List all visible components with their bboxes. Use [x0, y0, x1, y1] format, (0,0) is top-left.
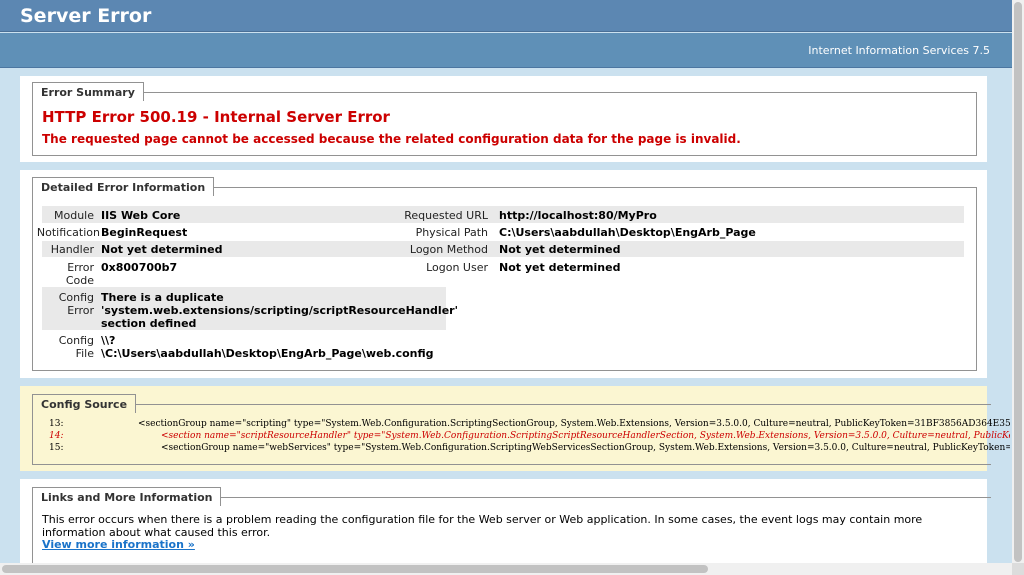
requested-url-label: Requested URL — [404, 209, 488, 222]
page-title: Server Error — [20, 5, 152, 27]
config-error-value-2: 'system.web.extensions/scripting/scriptR… — [101, 304, 458, 317]
source-line-number: 14: — [49, 431, 64, 441]
page-header: Server Error — [0, 0, 1012, 32]
source-line-number: 15: — [49, 443, 64, 453]
module-label: Module — [54, 209, 94, 222]
horizontal-scroll-thumb[interactable] — [2, 565, 708, 573]
requested-url-value: http://localhost:80/MyPro — [499, 209, 657, 222]
config-error-label-2: Error — [67, 304, 94, 317]
source-line-15: 15: <sectionGroup name="webServices" typ… — [49, 443, 1010, 453]
source-line-13: 13: <sectionGroup name="scripting" type=… — [49, 419, 1010, 429]
detailed-error-section: Detailed Error Information Module IIS We… — [20, 170, 987, 378]
notification-label: Notification — [36, 226, 100, 239]
notification-value: BeginRequest — [101, 226, 188, 239]
error-message: The requested page cannot be accessed be… — [42, 132, 741, 146]
detailed-error-legend: Detailed Error Information — [32, 177, 215, 196]
config-error-label-1: Config — [58, 291, 94, 304]
config-file-value-1: \\? — [101, 334, 116, 347]
logon-user-value: Not yet determined — [499, 261, 621, 274]
vertical-scroll-thumb[interactable] — [1014, 2, 1022, 562]
config-file-label-1: Config — [58, 334, 94, 347]
error-summary-section: Error Summary HTTP Error 500.19 - Intern… — [20, 76, 987, 162]
error-code-label-1: Error — [67, 261, 94, 274]
logon-method-label: Logon Method — [409, 243, 488, 256]
handler-value: Not yet determined — [101, 243, 223, 256]
source-line-code: <sectionGroup name="webServices" type="S… — [161, 443, 1010, 453]
source-line-14: 14: <section name="scriptResourceHandler… — [49, 431, 1010, 441]
product-name: Internet Information Services 7.5 — [808, 44, 990, 57]
config-source-legend: Config Source — [32, 394, 137, 413]
links-description: This error occurs when there is a proble… — [42, 513, 923, 539]
config-error-value-3: section defined — [101, 317, 197, 330]
error-heading: HTTP Error 500.19 - Internal Server Erro… — [42, 108, 390, 126]
module-value: IIS Web Core — [101, 209, 181, 222]
config-source-section: Config Source 13: <sectionGroup name="sc… — [20, 386, 1010, 471]
logon-user-label: Logon User — [426, 261, 488, 274]
handler-label: Handler — [50, 243, 94, 256]
horizontal-scrollbar[interactable] — [0, 563, 1012, 575]
physical-path-value: C:\Users\aabdullah\Desktop\EngArb_Page — [499, 226, 756, 239]
error-summary-legend: Error Summary — [32, 82, 144, 101]
physical-path-label: Physical Path — [415, 226, 488, 239]
vertical-scrollbar[interactable] — [1012, 0, 1024, 563]
error-code-label-2: Code — [65, 274, 94, 287]
links-legend: Links and More Information — [32, 487, 222, 506]
config-source-code: 13: <sectionGroup name="scripting" type=… — [20, 414, 1010, 454]
scrollbar-corner — [1012, 563, 1024, 575]
config-error-value-1: There is a duplicate — [101, 291, 224, 304]
links-section: Links and More Information This error oc… — [20, 479, 991, 575]
source-line-code: <sectionGroup name="scripting" type="Sys… — [138, 419, 1010, 429]
logon-method-value: Not yet determined — [499, 243, 621, 256]
view-more-information-link[interactable]: View more information » — [42, 538, 195, 551]
config-file-label-2: File — [75, 347, 94, 360]
source-line-code: <section name="scriptResourceHandler" ty… — [161, 431, 1010, 441]
source-line-number: 13: — [49, 419, 64, 429]
error-code-value: 0x800700b7 — [101, 261, 178, 274]
product-banner: Internet Information Services 7.5 — [0, 33, 1012, 68]
config-file-value-2: \C:\Users\aabdullah\Desktop\EngArb_Page\… — [101, 347, 434, 360]
